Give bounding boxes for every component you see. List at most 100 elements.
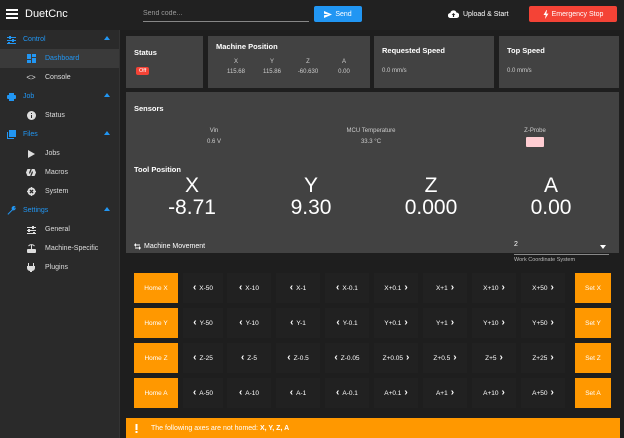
flash-icon (543, 9, 549, 19)
jog-plus-button[interactable]: Z+0.05 (374, 343, 418, 373)
sidebar-item-label: Jobs (45, 150, 60, 157)
sidebar-item-console[interactable]: <> Console (0, 68, 119, 87)
jog-minus-button[interactable]: Z-0.05 (325, 343, 369, 373)
tool-position-card: Tool Position X -8.71 Y 9.30 Z 0.000 A 0… (126, 157, 619, 253)
jog-plus-button[interactable]: A+50 (521, 378, 565, 408)
send-button[interactable]: Send (314, 6, 362, 22)
jog-minus-button[interactable]: A-10 (227, 378, 271, 408)
jog-plus-button[interactable]: Z+25 (521, 343, 565, 373)
sensor-zprobe-label: Z-Probe (524, 128, 546, 134)
jog-minus-button[interactable]: Z-25 (183, 343, 223, 373)
home-button[interactable]: Home A (134, 378, 178, 408)
sensor-mcu-value: 33.3 °C (360, 139, 382, 145)
set-axis-button[interactable]: Set A (575, 378, 611, 408)
sidebar-section-label: Job (23, 93, 35, 100)
jog-button-label: X-1 (296, 284, 307, 292)
sidebar-item-macros[interactable]: Macros (0, 163, 119, 182)
jog-plus-button[interactable]: X+0.1 (374, 273, 418, 303)
jog-button-label: X-10 (245, 284, 260, 292)
chevron-right-icon (404, 320, 407, 327)
jog-minus-button[interactable]: Y-0.1 (325, 308, 369, 338)
work-coordinate-select[interactable]: 2 (514, 241, 609, 255)
sidebar-item-label: General (45, 226, 70, 233)
wcs-label: Work Coordinate System (514, 257, 576, 263)
set-axis-button[interactable]: Set Y (575, 308, 611, 338)
set-axis-button[interactable]: Set X (575, 273, 611, 303)
jog-plus-button[interactable]: Y+10 (472, 308, 516, 338)
jog-minus-button[interactable]: X-10 (227, 273, 271, 303)
jog-minus-button[interactable]: X-0.1 (325, 273, 369, 303)
set-axis-button[interactable]: Set Z (575, 343, 611, 373)
jog-button-label: Z-5 (247, 354, 258, 362)
machine-movement-header: Machine Movement (134, 243, 205, 250)
emergency-stop-button[interactable]: Emergency Stop (529, 6, 617, 22)
sidebar-item-dashboard[interactable]: Dashboard (0, 49, 119, 68)
send-button-label: Send (335, 10, 352, 18)
jog-plus-button[interactable]: Y+50 (521, 308, 565, 338)
dashboard-icon (26, 54, 36, 64)
axes-not-homed-alert: The following axes are not homed: X, Y, … (126, 418, 620, 438)
send-icon (324, 10, 333, 18)
sidebar-item-label: Console (45, 74, 71, 81)
sidebar-item-status[interactable]: Status (0, 106, 119, 125)
jog-minus-button[interactable]: A-50 (183, 378, 223, 408)
requested-speed-title: Requested Speed (382, 46, 445, 55)
sidebar-section-job[interactable]: Job (0, 87, 119, 106)
jog-plus-button[interactable]: Z+5 (472, 343, 516, 373)
wrench-icon (7, 206, 16, 215)
home-button[interactable]: Home Y (134, 308, 178, 338)
app-title: DuetCnc (25, 8, 68, 20)
jog-button-label: A+50 (532, 389, 548, 397)
jog-plus-button[interactable]: Z+0.5 (423, 343, 467, 373)
mp-value-z: -60.630 (297, 69, 319, 75)
chevron-left-icon (287, 355, 290, 362)
sidebar-item-plugins[interactable]: Plugins (0, 258, 119, 277)
tp-axis-value: 9.30 (290, 196, 332, 219)
home-button[interactable]: Home Z (134, 343, 178, 373)
sidebar-item-jobs[interactable]: Jobs (0, 144, 119, 163)
jog-plus-button[interactable]: X+50 (521, 273, 565, 303)
sidebar-item-label: Macros (45, 169, 68, 176)
sidebar-section-label: Settings (23, 207, 49, 214)
tune-icon (7, 35, 16, 44)
send-code-input[interactable] (143, 6, 309, 22)
sidebar-item-general[interactable]: General (0, 220, 119, 239)
sidebar-section-settings[interactable]: Settings (0, 201, 119, 220)
sidebar-item-system[interactable]: System (0, 182, 119, 201)
jog-button-label: Set A (585, 389, 601, 397)
jog-minus-button[interactable]: X-50 (183, 273, 223, 303)
sidebar-item-label: Machine-Specific (45, 245, 99, 252)
jog-plus-button[interactable]: X+1 (423, 273, 467, 303)
sidebar-item-machine-specific[interactable]: Machine-Specific (0, 239, 119, 258)
jog-minus-button[interactable]: X-1 (276, 273, 320, 303)
jog-minus-button[interactable]: Z-0.5 (276, 343, 320, 373)
sidebar-section-control[interactable]: Control (0, 30, 119, 49)
jog-plus-button[interactable]: Y+1 (423, 308, 467, 338)
sidebar-section-files[interactable]: Files (0, 125, 119, 144)
status-title: Status (134, 48, 157, 57)
jog-minus-button[interactable]: Y-1 (276, 308, 320, 338)
jog-button-label: X+10 (483, 284, 499, 292)
upload-start-button[interactable]: Upload & Start (448, 6, 520, 22)
jog-plus-button[interactable]: X+10 (472, 273, 516, 303)
chevron-right-icon (451, 390, 454, 397)
jog-minus-button[interactable]: A-1 (276, 378, 320, 408)
chevron-up-icon (104, 207, 110, 211)
tp-axis-value: -8.71 (168, 196, 216, 219)
chevron-left-icon (239, 285, 242, 292)
jog-minus-button[interactable]: Z-5 (227, 343, 271, 373)
jog-minus-button[interactable]: A-0.1 (325, 378, 369, 408)
jog-plus-button[interactable]: Y+0.1 (374, 308, 418, 338)
jog-minus-button[interactable]: Y-10 (227, 308, 271, 338)
chevron-left-icon (241, 355, 244, 362)
chevron-up-icon (104, 131, 110, 135)
tp-axis-label: Y (303, 174, 318, 197)
jog-plus-button[interactable]: A+10 (472, 378, 516, 408)
jog-minus-button[interactable]: Y-50 (183, 308, 223, 338)
jog-button-label: A+1 (435, 389, 448, 397)
status-badge: Off (136, 67, 150, 75)
jog-plus-button[interactable]: A+1 (423, 378, 467, 408)
jog-plus-button[interactable]: A+0.1 (374, 378, 418, 408)
menu-icon[interactable] (6, 9, 18, 19)
home-button[interactable]: Home X (134, 273, 178, 303)
